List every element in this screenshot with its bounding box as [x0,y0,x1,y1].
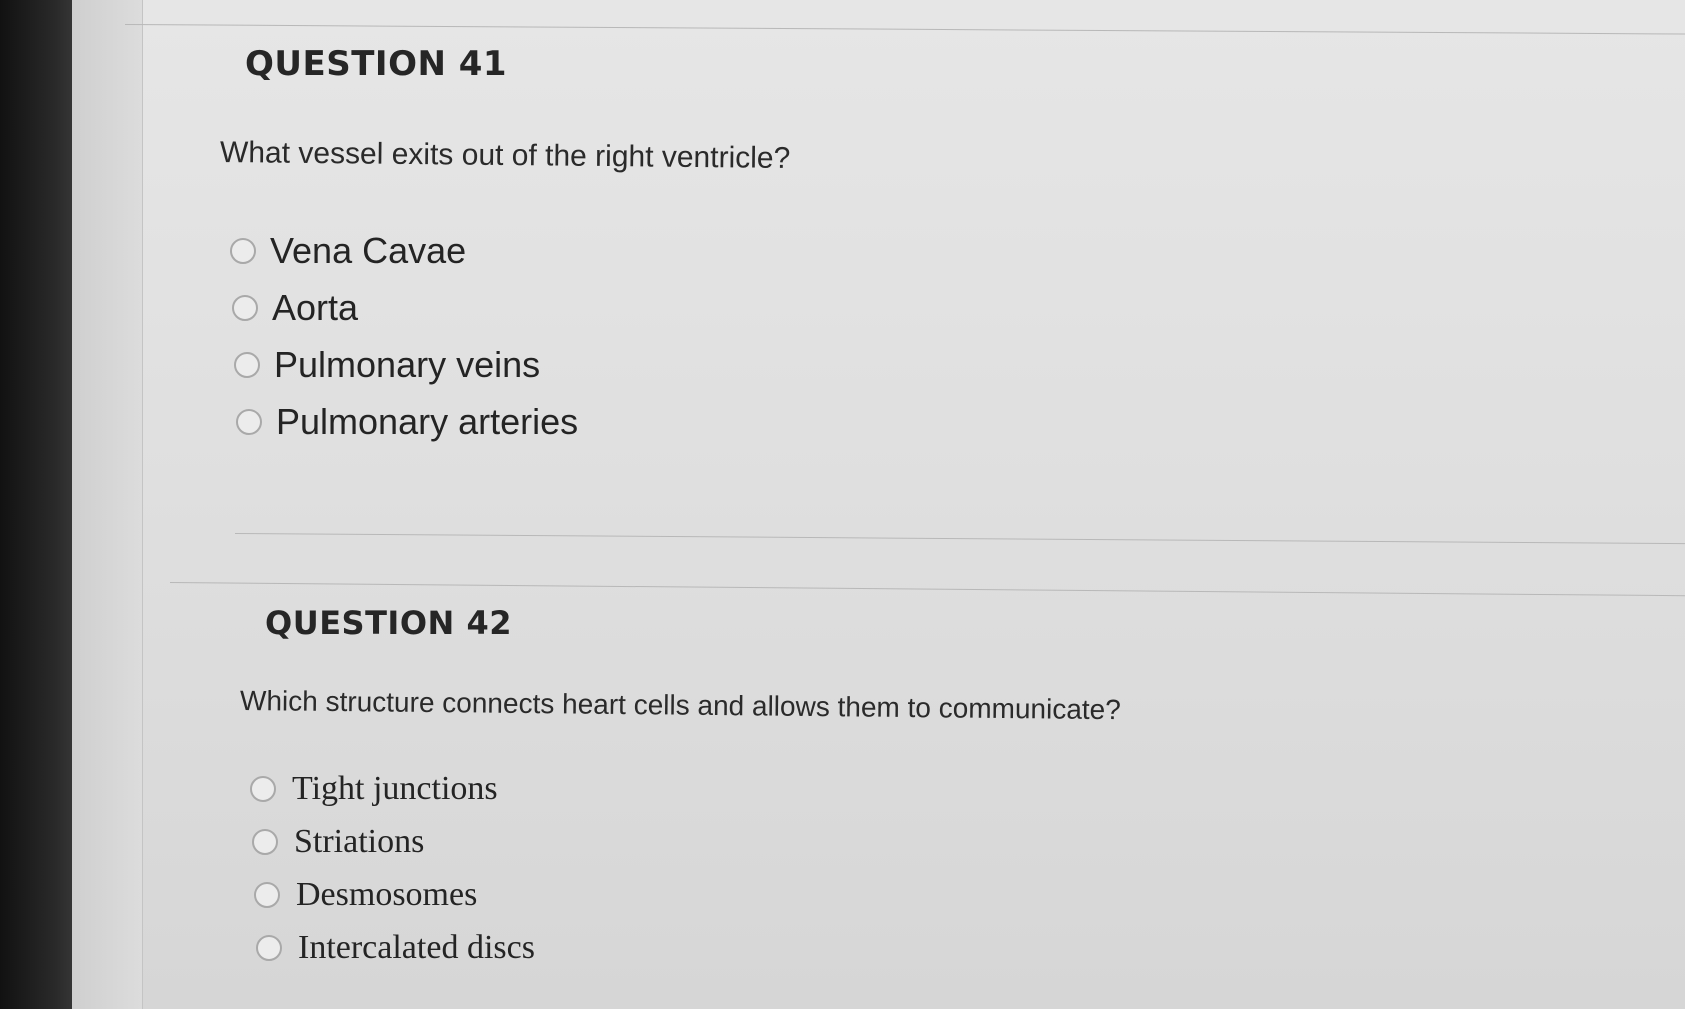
option-pulmonary-veins[interactable]: Pulmonary veins [234,344,540,386]
option-label: Tight junctions [292,770,498,807]
option-pulmonary-arteries[interactable]: Pulmonary arteries [236,401,578,443]
radio-button[interactable] [256,935,282,961]
option-tight-junctions[interactable]: Tight junctions [250,770,498,808]
radio-button[interactable] [250,776,276,802]
option-label: Pulmonary arteries [276,401,579,442]
radio-button[interactable] [234,352,260,378]
option-label: Vena Cavae [270,230,467,271]
option-vena-cavae[interactable]: Vena Cavae [230,230,466,272]
radio-button[interactable] [230,238,256,264]
radio-button[interactable] [232,295,258,321]
option-striations[interactable]: Striations [252,823,424,861]
question-title: QUESTION 42 [265,604,512,642]
monitor-bezel [0,0,80,1009]
option-aorta[interactable]: Aorta [232,287,358,329]
radio-button[interactable] [236,409,262,435]
radio-button[interactable] [254,882,280,908]
option-label: Aorta [272,287,359,328]
option-intercalated-discs[interactable]: Intercalated discs [256,929,535,967]
option-label: Desmosomes [296,876,478,913]
question-title: QUESTION 41 [245,44,508,84]
option-label: Intercalated discs [298,929,535,966]
option-label: Striations [294,823,425,860]
question-text: What vessel exits out of the right ventr… [219,136,791,175]
radio-button[interactable] [252,829,278,855]
option-label: Pulmonary veins [274,344,541,385]
left-gutter [72,0,143,1009]
option-desmosomes[interactable]: Desmosomes [254,876,477,914]
